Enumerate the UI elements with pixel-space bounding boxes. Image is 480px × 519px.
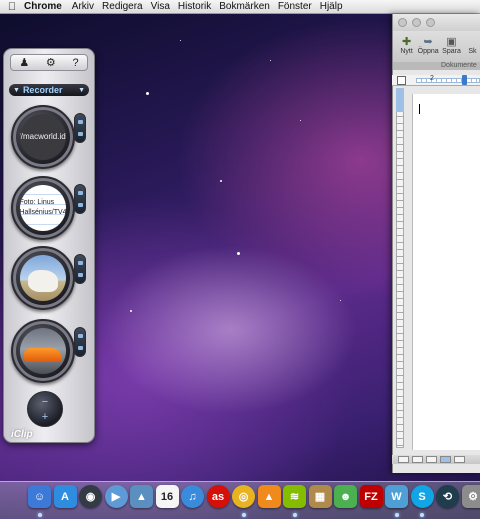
view-bar bbox=[392, 455, 480, 464]
clip-slot-2-handle[interactable] bbox=[74, 184, 86, 214]
triangle-down-icon: ▼ bbox=[13, 86, 20, 94]
clip-slot-2[interactable]: Foto: Linus Hallsénius/TV4 bbox=[11, 176, 75, 240]
zoom-button[interactable] bbox=[426, 18, 435, 27]
clip-text: http://macworld.idg.se/ bbox=[20, 114, 66, 160]
star bbox=[270, 60, 271, 61]
star bbox=[237, 252, 240, 255]
clip-slot-4[interactable] bbox=[11, 319, 75, 383]
print-view-button[interactable] bbox=[440, 456, 451, 463]
iclip-panel: ♟ ⚙ ? ▼ Recorder ▼ http://macworld.idg.s… bbox=[3, 48, 95, 443]
menu-bokmarken[interactable]: Bokmärken bbox=[219, 1, 278, 12]
chevron-down-icon: ▼ bbox=[78, 86, 85, 94]
clip-text: Foto: Linus Hallsénius/TV4 bbox=[20, 185, 66, 231]
person-icon[interactable]: ♟ bbox=[19, 56, 29, 69]
chrome-icon[interactable]: ◎ bbox=[232, 485, 255, 508]
running-indicator bbox=[37, 513, 42, 517]
star bbox=[146, 92, 149, 95]
facetime-icon[interactable]: ▶ bbox=[104, 485, 128, 508]
text-cursor bbox=[419, 104, 420, 114]
itunes-icon[interactable]: ♫ bbox=[181, 485, 204, 508]
running-indicator bbox=[420, 513, 424, 517]
outline-view-button[interactable] bbox=[412, 456, 423, 463]
lastfm-icon[interactable]: as bbox=[206, 485, 230, 508]
more-icon bbox=[465, 34, 479, 48]
help-icon[interactable]: ? bbox=[73, 57, 79, 69]
running-indicator bbox=[394, 513, 399, 517]
preview-icon[interactable]: ▲ bbox=[130, 485, 153, 508]
ruler-number: 2 bbox=[430, 75, 434, 82]
more-button[interactable]: Sk bbox=[465, 31, 480, 62]
horse-image bbox=[20, 255, 66, 301]
menubar:  Chrome Arkiv Redigera Visa Historik Bo… bbox=[0, 0, 480, 14]
menu-hjalp[interactable]: Hjälp bbox=[320, 1, 351, 12]
new-button[interactable]: ✚ Nytt bbox=[399, 31, 414, 62]
new-document-icon: ✚ bbox=[401, 35, 412, 48]
star bbox=[300, 120, 301, 121]
clip-slot-3[interactable] bbox=[11, 246, 75, 310]
wunderlist-icon[interactable]: W bbox=[385, 485, 408, 508]
dashboard-icon[interactable]: ◉ bbox=[79, 485, 102, 508]
notebook-view-button[interactable] bbox=[454, 456, 465, 463]
menu-fonster[interactable]: Fönster bbox=[278, 1, 320, 12]
word-titlebar bbox=[393, 14, 480, 31]
save-icon: ▣ bbox=[446, 35, 457, 48]
tab-stop-selector[interactable] bbox=[397, 76, 406, 85]
system-preferences-icon[interactable]: ⚙ bbox=[461, 485, 480, 508]
photos-icon[interactable]: ▦ bbox=[308, 485, 332, 508]
dock: ☺ A ◉ ▶ ▲ 16 ♫ as ◎ ▲ ≋ ▦ ☻ FZ W S ⟲ ⚙ bbox=[0, 481, 480, 519]
car-image bbox=[20, 328, 66, 374]
document-gallery-tab[interactable]: Dokumente bbox=[393, 62, 480, 70]
apple-icon[interactable]:  bbox=[0, 1, 24, 13]
running-indicator bbox=[292, 513, 297, 517]
vertical-ruler bbox=[396, 88, 404, 448]
time-machine-icon[interactable]: ⟲ bbox=[436, 485, 459, 508]
app-store-icon[interactable]: A bbox=[53, 485, 77, 508]
clip-slot-4-handle[interactable] bbox=[74, 327, 86, 357]
clip-slot-1-handle[interactable] bbox=[74, 113, 86, 143]
iclip-logo: iClip bbox=[11, 429, 33, 440]
calendar-icon[interactable]: 16 bbox=[155, 485, 179, 508]
star bbox=[340, 300, 341, 301]
filezilla-icon[interactable]: FZ bbox=[359, 485, 383, 508]
minus-icon: − bbox=[41, 396, 49, 408]
running-indicator bbox=[241, 513, 246, 517]
draft-view-button[interactable] bbox=[398, 456, 409, 463]
save-button[interactable]: ▣ Spara bbox=[442, 31, 461, 62]
minimize-button[interactable] bbox=[412, 18, 421, 27]
close-button[interactable] bbox=[398, 18, 407, 27]
indent-marker[interactable] bbox=[462, 75, 467, 85]
clip-slot-3-handle[interactable] bbox=[74, 254, 86, 284]
star bbox=[180, 40, 181, 41]
publishing-view-button[interactable] bbox=[426, 456, 437, 463]
recorder-dropdown[interactable]: ▼ Recorder ▼ bbox=[9, 84, 89, 96]
menu-arkiv[interactable]: Arkiv bbox=[72, 1, 102, 12]
clip-slot-1[interactable]: http://macworld.idg.se/ bbox=[11, 105, 75, 169]
horizontal-ruler: 2 bbox=[392, 75, 480, 86]
recorder-label: Recorder bbox=[22, 85, 63, 95]
document-page[interactable] bbox=[412, 94, 480, 450]
menu-redigera[interactable]: Redigera bbox=[102, 1, 151, 12]
word-toolbar: ✚ Nytt ➥ Öppna ▣ Spara Sk bbox=[393, 31, 480, 62]
vlc-icon[interactable]: ▲ bbox=[257, 485, 281, 508]
menu-visa[interactable]: Visa bbox=[151, 1, 178, 12]
plus-icon: + bbox=[41, 411, 49, 423]
open-icon: ➥ bbox=[423, 35, 433, 48]
star bbox=[130, 310, 132, 312]
adium-icon[interactable]: ☻ bbox=[334, 485, 357, 508]
skype-icon[interactable]: S bbox=[410, 485, 434, 508]
finder-icon[interactable]: ☺ bbox=[28, 485, 51, 508]
gear-icon[interactable]: ⚙ bbox=[46, 56, 56, 69]
menu-historik[interactable]: Historik bbox=[178, 1, 219, 12]
iclip-toolbar: ♟ ⚙ ? bbox=[10, 54, 88, 71]
spotify-icon[interactable]: ≋ bbox=[283, 485, 306, 508]
add-clip-button[interactable]: − + bbox=[27, 391, 63, 427]
open-button[interactable]: ➥ Öppna bbox=[418, 31, 439, 62]
vertical-ruler-margin bbox=[396, 88, 404, 112]
star bbox=[220, 180, 222, 182]
menu-app-chrome[interactable]: Chrome bbox=[24, 1, 72, 12]
